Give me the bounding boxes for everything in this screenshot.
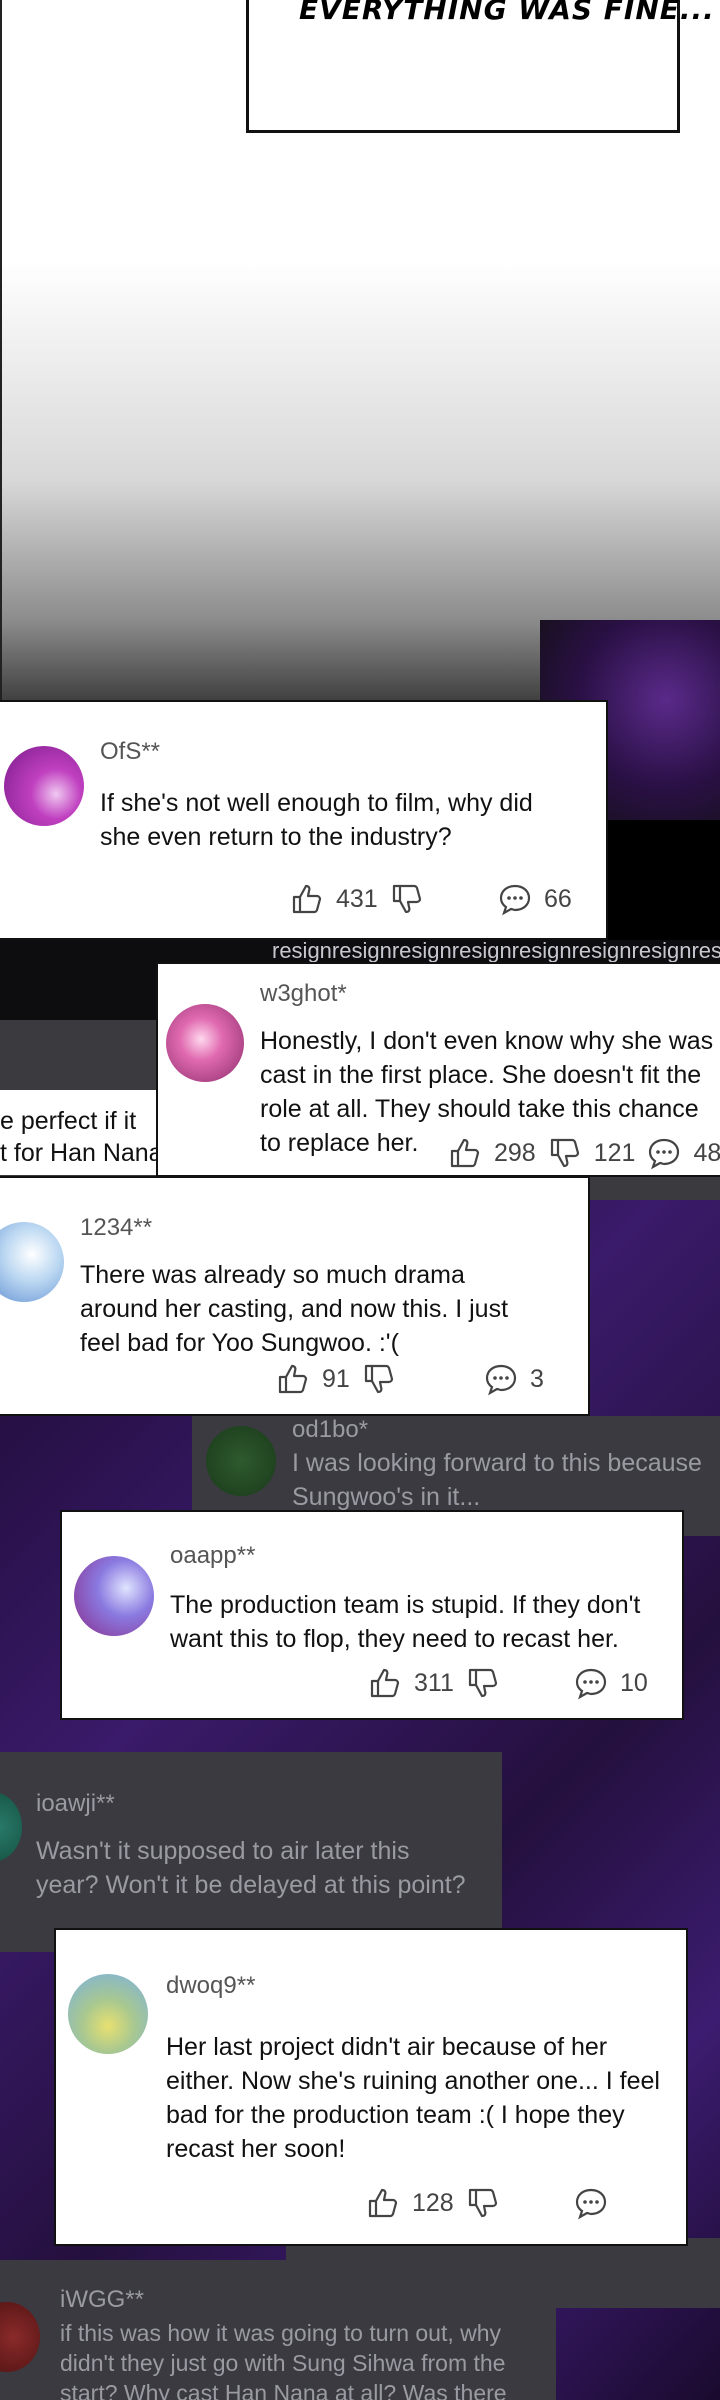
panel-divider-line — [0, 0, 2, 700]
avatar — [0, 2302, 40, 2372]
thumbs-down-icon[interactable] — [548, 1136, 582, 1170]
thumbs-up-icon[interactable] — [366, 2186, 400, 2220]
reply-action[interactable]: 66 — [498, 882, 572, 916]
background-resign-text: resignresignresignresignresignresignresi… — [272, 938, 720, 963]
comment-username: dwoq9** — [166, 1972, 256, 1999]
comment-card-2: w3ghot* Honestly, I don't even know why … — [156, 962, 720, 1177]
thumbs-up-icon[interactable] — [448, 1136, 482, 1170]
avatar — [68, 1974, 148, 2054]
avatar — [166, 1004, 244, 1082]
reply-action[interactable]: 3 — [484, 1362, 544, 1396]
like-count: 91 — [322, 1364, 350, 1393]
dislike-count: 121 — [593, 1138, 636, 1167]
background-action-strip — [286, 2238, 720, 2308]
comment-text: I was looking forward to this because Su… — [292, 1449, 702, 1511]
like-count: 128 — [412, 2188, 454, 2217]
reply-action[interactable] — [574, 2186, 608, 2220]
reply-count: 3 — [530, 1364, 544, 1393]
webtoon-panel: EVERYTHING WAS FINE... resignresignresig… — [0, 0, 720, 2400]
thumbs-up-icon[interactable] — [368, 1666, 402, 1700]
avatar — [206, 1426, 276, 1496]
background-scrap-line1: e perfect if it — [0, 1107, 137, 1135]
comment-card-7: dwoq9** Her last project didn't air beca… — [54, 1928, 688, 2246]
reply-count: 66 — [544, 884, 572, 913]
speech-bubble-icon[interactable] — [574, 2186, 608, 2220]
thumbs-up-icon[interactable] — [276, 1362, 310, 1396]
reply-action[interactable]: 10 — [574, 1666, 648, 1700]
comment-username: ioawji** — [36, 1790, 115, 1817]
avatar — [0, 1792, 22, 1862]
comment-username: iWGG** — [60, 2286, 144, 2313]
like-action[interactable]: 91 — [276, 1362, 396, 1396]
like-action[interactable]: 311 — [368, 1666, 500, 1700]
comment-text: The production team is stupid. If they d… — [170, 1591, 641, 1653]
speech-bubble-icon[interactable] — [484, 1362, 518, 1396]
like-count: 311 — [414, 1668, 454, 1697]
comment-text: If she's not well enough to film, why di… — [100, 789, 533, 851]
avatar — [0, 1222, 64, 1302]
avatar — [4, 746, 84, 826]
thumbs-down-icon[interactable] — [466, 1666, 500, 1700]
comment-card-1: OfS** If she's not well enough to film, … — [0, 700, 608, 940]
reply-count: 10 — [620, 1668, 648, 1697]
comment-text: if this was how it was going to turn out… — [60, 2320, 507, 2400]
comment-card-6: ioawji** Wasn't it supposed to air later… — [0, 1752, 502, 1952]
comment-card-3: 1234** There was already so much drama a… — [0, 1176, 590, 1416]
thumbs-down-icon[interactable] — [390, 882, 424, 916]
like-action[interactable]: 431 — [290, 882, 424, 916]
thumbs-down-icon[interactable] — [362, 1362, 396, 1396]
thumbs-up-icon[interactable] — [290, 882, 324, 916]
comment-username: OfS** — [100, 738, 161, 765]
caption-box: EVERYTHING WAS FINE... — [246, 0, 714, 133]
like-action[interactable]: 128 — [366, 2186, 500, 2220]
caption-text: EVERYTHING WAS FINE... — [299, 0, 715, 26]
speech-bubble-icon[interactable] — [574, 1666, 608, 1700]
comment-text: Wasn't it supposed to air later this yea… — [36, 1837, 466, 1899]
comment-text: Her last project didn't air because of h… — [166, 2033, 660, 2163]
like-count: 431 — [336, 884, 378, 913]
like-action[interactable]: 298 121 48 — [448, 1136, 720, 1170]
comment-username: oaapp** — [170, 1542, 256, 1569]
background-scrap-line2: t for Han Nana. — [0, 1139, 168, 1167]
comment-username: od1bo* — [292, 1416, 369, 1443]
reply-count: 48 — [693, 1138, 720, 1167]
comment-username: 1234** — [80, 1214, 153, 1241]
thumbs-down-icon[interactable] — [466, 2186, 500, 2220]
speech-bubble-icon[interactable] — [647, 1136, 681, 1170]
speech-bubble-icon[interactable] — [498, 882, 532, 916]
comment-card-5: oaapp** The production team is stupid. I… — [60, 1510, 684, 1720]
comment-text: There was already so much drama around h… — [80, 1261, 509, 1357]
avatar — [74, 1556, 154, 1636]
like-count: 298 — [494, 1138, 536, 1167]
comment-username: w3ghot* — [260, 980, 347, 1007]
